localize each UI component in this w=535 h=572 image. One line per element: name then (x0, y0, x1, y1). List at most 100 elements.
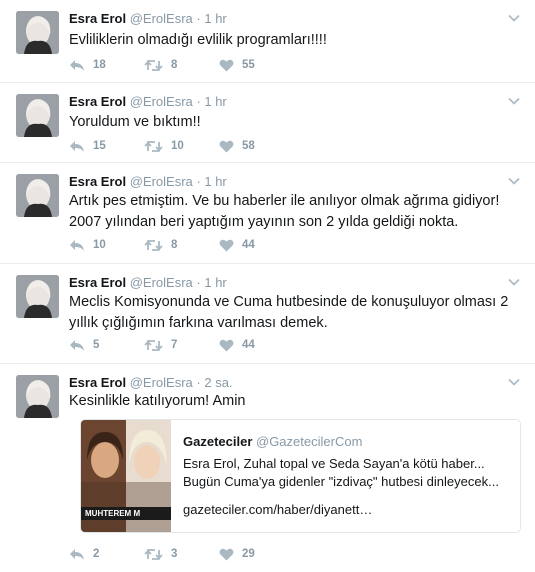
like-count: 55 (242, 59, 255, 71)
retweet-button[interactable]: 7 (144, 339, 219, 352)
reply-count: 5 (93, 339, 100, 351)
tweet[interactable]: Esra Erol @ErolEsra · 2 sa. Kesinlikle k… (0, 364, 535, 572)
retweet-icon (144, 59, 163, 71)
heart-icon (219, 339, 234, 351)
reply-count: 10 (93, 239, 106, 251)
timestamp[interactable]: 1 hr (204, 174, 226, 189)
timestamp[interactable]: 1 hr (204, 94, 226, 109)
reply-button[interactable]: 10 (69, 239, 144, 252)
heart-icon (219, 548, 234, 560)
tweet-text: Yoruldum ve bıktım!! (69, 114, 201, 130)
heart-icon (219, 239, 234, 251)
like-count: 44 (242, 339, 255, 351)
like-button[interactable]: 55 (219, 59, 294, 72)
tweet-actions: 15 10 58 (69, 138, 294, 154)
like-button[interactable]: 58 (219, 140, 294, 153)
like-button[interactable]: 44 (219, 239, 294, 252)
tweet-feed: Esra Erol @ErolEsra · 1 hr Evliliklerin … (0, 0, 535, 572)
tweet-header: Esra Erol @ErolEsra · 1 hr (69, 11, 227, 26)
tweet-actions: 18 8 55 (69, 57, 294, 73)
separator: · (196, 11, 201, 26)
card-body: Gazeteciler @GazetecilerCom Esra Erol, Z… (183, 434, 513, 519)
author-handle[interactable]: @ErolEsra (130, 375, 193, 390)
tweet-text: Kesinlikle katılıyorum! Amin (69, 393, 246, 409)
tweet-text: Meclis Komisyonunda ve Cuma hutbesinde d… (69, 294, 509, 331)
author-name[interactable]: Esra Erol (69, 174, 126, 189)
avatar[interactable] (16, 174, 59, 217)
retweet-icon (144, 339, 163, 351)
retweet-button[interactable]: 8 (144, 239, 219, 252)
author-name[interactable]: Esra Erol (69, 11, 126, 26)
author-handle[interactable]: @ErolEsra (130, 174, 193, 189)
tweet[interactable]: Esra Erol @ErolEsra · 1 hr Yoruldum ve b… (0, 83, 535, 163)
heart-icon (219, 140, 234, 152)
timestamp[interactable]: 1 hr (204, 11, 226, 26)
reply-button[interactable]: 2 (69, 548, 144, 561)
avatar[interactable] (16, 11, 59, 54)
tweet[interactable]: Esra Erol @ErolEsra · 1 hr Evliliklerin … (0, 0, 535, 83)
reply-icon (70, 239, 84, 251)
retweet-icon (144, 140, 163, 152)
retweet-count: 3 (171, 548, 178, 560)
separator: · (196, 375, 201, 390)
reply-count: 18 (93, 59, 106, 71)
retweet-button[interactable]: 8 (144, 59, 219, 72)
tweet[interactable]: Esra Erol @ErolEsra · 1 hr Meclis Komisy… (0, 264, 535, 364)
reply-icon (70, 59, 84, 71)
author-name[interactable]: Esra Erol (69, 94, 126, 109)
like-count: 58 (242, 140, 255, 152)
reply-button[interactable]: 15 (69, 140, 144, 153)
tweet-header: Esra Erol @ErolEsra · 1 hr (69, 275, 227, 290)
like-button[interactable]: 29 (219, 548, 294, 561)
tweet-header: Esra Erol @ErolEsra · 1 hr (69, 174, 227, 189)
card-user: Gazeteciler @GazetecilerCom (183, 434, 513, 449)
avatar[interactable] (16, 375, 59, 418)
timestamp[interactable]: 1 hr (204, 275, 226, 290)
card-image-caption: MUHTEREM M (81, 507, 171, 520)
tweet-actions: 5 7 44 (69, 337, 294, 353)
tweet-text: Artık pes etmiştim. Ve bu haberler ile a… (69, 193, 500, 230)
chevron-down-icon[interactable] (507, 275, 521, 289)
retweet-count: 10 (171, 140, 184, 152)
separator: · (196, 94, 201, 109)
chevron-down-icon[interactable] (507, 174, 521, 188)
retweet-button[interactable]: 3 (144, 548, 219, 561)
reply-icon (70, 140, 84, 152)
author-name[interactable]: Esra Erol (69, 375, 126, 390)
like-count: 44 (242, 239, 255, 251)
reply-icon (70, 339, 84, 351)
chevron-down-icon[interactable] (507, 11, 521, 25)
author-name[interactable]: Esra Erol (69, 275, 126, 290)
card-description-line: Bugün Cuma'ya gidenler "izdivaç" hutbesi… (183, 474, 499, 489)
avatar[interactable] (16, 94, 59, 137)
card-url[interactable]: gazeteciler.com/haber/diyanett… (183, 501, 513, 519)
author-handle[interactable]: @ErolEsra (130, 275, 193, 290)
reply-icon (70, 548, 84, 560)
tweet-actions: 10 8 44 (69, 237, 294, 253)
retweet-icon (144, 548, 163, 560)
reply-button[interactable]: 18 (69, 59, 144, 72)
retweet-count: 8 (171, 59, 178, 71)
separator: · (196, 174, 201, 189)
reply-button[interactable]: 5 (69, 339, 144, 352)
tweet-text: Evliliklerin olmadığı evlilik programlar… (69, 32, 327, 48)
retweet-count: 8 (171, 239, 178, 251)
avatar[interactable] (16, 275, 59, 318)
tweet-header: Esra Erol @ErolEsra · 2 sa. (69, 375, 233, 390)
card-author-handle: @GazetecilerCom (256, 434, 363, 449)
retweet-icon (144, 239, 163, 251)
like-count: 29 (242, 548, 255, 560)
like-button[interactable]: 44 (219, 339, 294, 352)
tweet-actions: 2 3 29 (69, 546, 294, 562)
timestamp[interactable]: 2 sa. (204, 375, 232, 390)
author-handle[interactable]: @ErolEsra (130, 11, 193, 26)
reply-count: 2 (93, 548, 100, 560)
reply-count: 15 (93, 140, 106, 152)
quoted-link-card[interactable]: MUHTEREM M Gazeteciler @GazetecilerCom E… (80, 419, 521, 533)
chevron-down-icon[interactable] (507, 94, 521, 108)
card-author-name: Gazeteciler (183, 434, 253, 449)
chevron-down-icon[interactable] (507, 375, 521, 389)
tweet[interactable]: Esra Erol @ErolEsra · 1 hr Artık pes etm… (0, 163, 535, 264)
author-handle[interactable]: @ErolEsra (130, 94, 193, 109)
retweet-button[interactable]: 10 (144, 140, 219, 153)
